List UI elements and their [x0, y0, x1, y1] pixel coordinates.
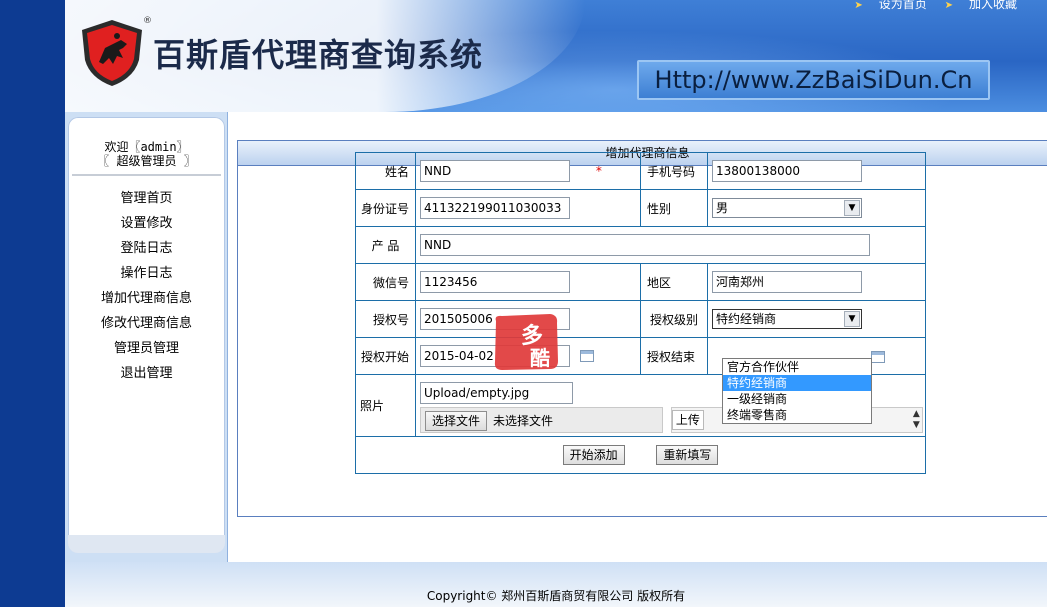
name-label: 姓名: [355, 152, 416, 190]
sidebar-item-operation-log[interactable]: 操作日志: [68, 261, 225, 286]
sidebar-item-settings[interactable]: 设置修改: [68, 211, 225, 236]
auth-level-value: 特约经销商: [716, 312, 777, 326]
dropdown-option[interactable]: 一级经销商: [723, 391, 871, 407]
sidebar-item-add-agent[interactable]: 增加代理商信息: [68, 286, 225, 311]
gender-label: 性别: [640, 189, 708, 227]
sidebar-menu: 管理首页 设置修改 登陆日志 操作日志 增加代理商信息 修改代理商信息 管理员管…: [68, 186, 225, 386]
wechat-input[interactable]: 1123456: [420, 271, 570, 293]
start-label: 授权开始: [355, 337, 416, 375]
copyright-text: Copyright© 郑州百斯盾商贸有限公司 版权所有: [426, 589, 686, 603]
form-row: 产 品 NND: [355, 226, 926, 264]
sidebar-item-logout[interactable]: 退出管理: [68, 361, 225, 386]
arrow-icon: ➤: [854, 0, 863, 11]
form-row: 微信号 1123456 地区 河南郑州: [355, 263, 926, 301]
agent-form: 姓名 NND * 手机号码 13800138000 身份证号 411322199…: [355, 152, 926, 474]
wechat-label: 微信号: [355, 263, 416, 301]
phone-input[interactable]: 13800138000: [712, 160, 862, 182]
top-links: ➤ 设为首页 ➤ 加入收藏: [840, 0, 1017, 12]
auth-level-label: 授权级别: [640, 300, 708, 338]
url-banner: Http://www.ZzBaiSiDun.Cn: [637, 60, 990, 100]
form-row: 开始添加 重新填写: [355, 436, 926, 474]
footer: Copyright© 郑州百斯盾商贸有限公司 版权所有: [65, 562, 1047, 607]
dropdown-option-highlighted[interactable]: 特约经销商: [723, 375, 871, 391]
id-label: 身份证号: [355, 189, 416, 227]
registered-mark: ®: [143, 16, 152, 26]
watermark-text-2: 酷: [530, 346, 550, 370]
left-rail: [0, 0, 65, 607]
sidebar: 欢迎〖admin〗 〖 超级管理员 〗 管理首页 设置修改 登陆日志 操作日志 …: [65, 112, 227, 562]
set-homepage-link[interactable]: 设为首页: [879, 0, 927, 11]
shield-logo-icon: [82, 20, 142, 86]
sidebar-item-edit-agent[interactable]: 修改代理商信息: [68, 311, 225, 336]
sidebar-item-home[interactable]: 管理首页: [68, 186, 225, 211]
no-file-text: 未选择文件: [493, 414, 554, 428]
sidebar-divider: [72, 174, 221, 176]
chevron-down-icon[interactable]: ▼: [844, 200, 860, 216]
gender-select[interactable]: 男 ▼: [712, 198, 862, 218]
product-label: 产 品: [355, 226, 416, 264]
scroll-arrows-icon[interactable]: ▲ ▼: [913, 409, 920, 431]
end-label: 授权结束: [640, 337, 708, 375]
dropdown-option[interactable]: 官方合作伙伴: [723, 359, 871, 375]
form-row: 姓名 NND * 手机号码 13800138000: [355, 152, 926, 190]
region-input[interactable]: 河南郑州: [712, 271, 862, 293]
phone-label: 手机号码: [640, 152, 708, 190]
welcome-user: 欢迎〖admin〗: [104, 140, 189, 154]
auth-level-dropdown: 官方合作伙伴 特约经销商 一级经销商 终端零售商: [722, 358, 872, 424]
name-input[interactable]: NND: [420, 160, 570, 182]
dropdown-option[interactable]: 终端零售商: [723, 407, 871, 423]
auth-no-label: 授权号: [355, 300, 416, 338]
welcome-text: 欢迎〖admin〗 〖 超级管理员 〗: [68, 117, 225, 168]
submit-button[interactable]: 开始添加: [562, 445, 625, 465]
photo-path-input[interactable]: Upload/empty.jpg: [420, 382, 573, 404]
form-row: 身份证号 411322199011030033 性别 男 ▼: [355, 189, 926, 227]
reset-button[interactable]: 重新填写: [656, 445, 719, 465]
id-input[interactable]: 411322199011030033: [420, 197, 570, 219]
sidebar-panel: 欢迎〖admin〗 〖 超级管理员 〗 管理首页 设置修改 登陆日志 操作日志 …: [68, 117, 225, 553]
sidebar-item-admin-manage[interactable]: 管理员管理: [68, 336, 225, 361]
main-content: 增加代理商信息 姓名 NND * 手机号码 13800138000 身份证号 4…: [227, 112, 1047, 562]
arrow-icon: ➤: [944, 0, 953, 11]
chevron-down-icon[interactable]: ▼: [844, 311, 860, 327]
sidebar-item-login-log[interactable]: 登陆日志: [68, 236, 225, 261]
auth-level-select[interactable]: 特约经销商 ▼: [712, 309, 862, 329]
form-row: 授权号 201505006 授权级别 特约经销商 ▼: [355, 300, 926, 338]
calendar-icon[interactable]: [579, 350, 594, 362]
required-mark: *: [595, 163, 602, 178]
app-title: 百斯盾代理商查询系统: [153, 36, 484, 74]
upload-button[interactable]: 上传: [671, 410, 704, 430]
choose-file-button[interactable]: 选择文件: [425, 411, 488, 431]
add-favorite-link[interactable]: 加入收藏: [969, 0, 1017, 11]
photo-label: 照片: [355, 374, 416, 437]
welcome-role: 〖 超级管理员 〗: [97, 154, 196, 168]
header: ® 百斯盾代理商查询系统 ➤ 设为首页 ➤ 加入收藏 Http://www.ZzBa…: [65, 0, 1047, 112]
file-picker[interactable]: 选择文件 未选择文件: [420, 407, 663, 433]
calendar-icon[interactable]: [871, 350, 885, 363]
product-input[interactable]: NND: [420, 234, 870, 256]
gender-value: 男: [716, 201, 729, 215]
watermark-stamp: 多 酷: [494, 314, 558, 370]
region-label: 地区: [640, 263, 708, 301]
